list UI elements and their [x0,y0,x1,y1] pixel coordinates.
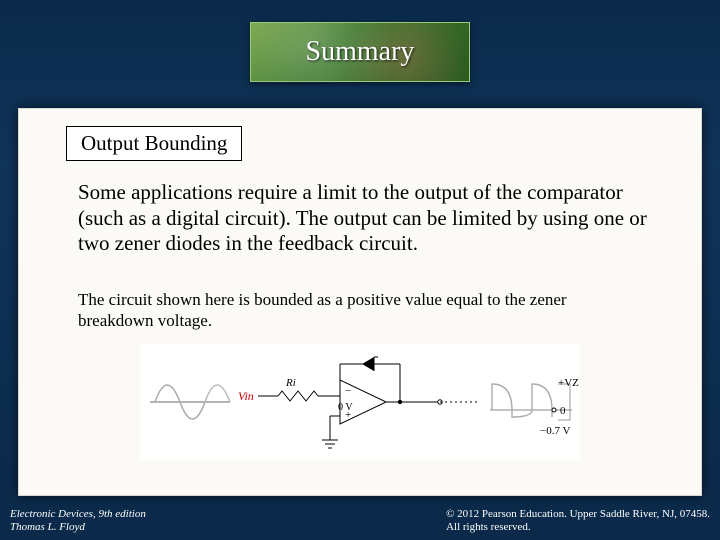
label-vin: Vin [238,389,254,403]
label-minus: − [345,385,351,397]
footer-book-title: Electronic Devices, 9th edition [10,508,146,521]
label-ri: Ri [285,377,296,389]
paragraph-1: Some applications require a limit to the… [78,180,654,257]
circuit-diagram: Vin Ri − + 0 V [140,344,580,460]
footer-copyright: © 2012 Pearson Education. Upper Saddle R… [446,508,710,521]
paragraph-2: The circuit shown here is bounded as a p… [78,290,632,331]
footer-author: Thomas L. Floyd [10,521,146,534]
subtitle-text: Output Bounding [81,131,227,155]
content-panel: Output Bounding Some applications requir… [18,108,702,496]
label-neg07: −0.7 V [540,425,571,437]
footer-rights: All rights reserved. [446,521,710,534]
label-zero: 0 [560,405,566,417]
subtitle-box: Output Bounding [66,126,242,161]
footer: Electronic Devices, 9th edition Thomas L… [0,496,720,540]
title-text: Summary [306,36,415,68]
label-0v: 0 V [338,402,353,413]
title-banner: Summary [250,22,470,82]
diagram-svg: Vin Ri − + 0 V [140,344,580,460]
footer-left: Electronic Devices, 9th edition Thomas L… [10,508,146,534]
footer-right: © 2012 Pearson Education. Upper Saddle R… [446,508,710,534]
label-vz: +VZ [558,377,579,389]
